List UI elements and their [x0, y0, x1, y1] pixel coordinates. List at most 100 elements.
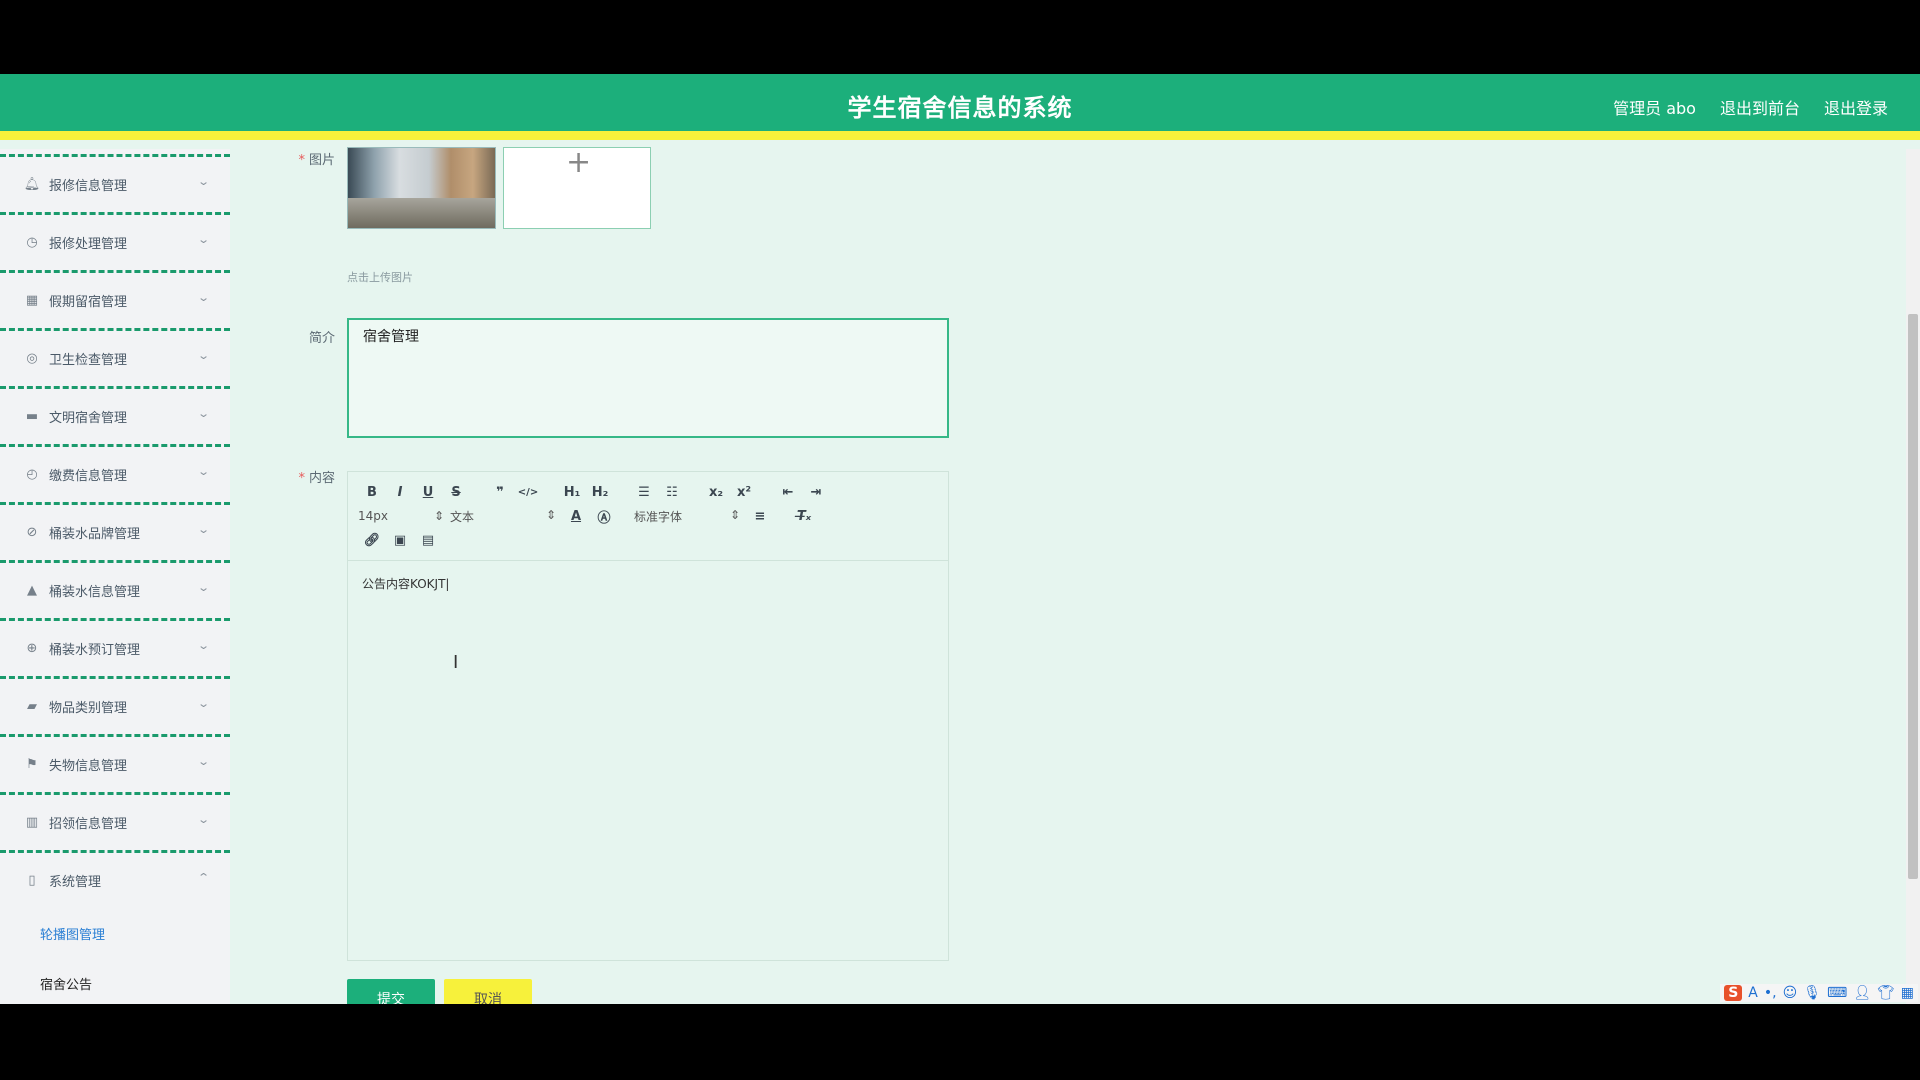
sidebar-item-holiday-stay[interactable]: ▦ 假期留宿管理 ⌄: [0, 270, 230, 328]
chevron-down-icon: ⌄: [196, 581, 210, 594]
bullet-list-icon[interactable]: ☷: [658, 485, 686, 500]
sidebar-item-found-items[interactable]: ▥ 招领信息管理 ⌄: [0, 792, 230, 850]
strike-icon[interactable]: S: [442, 485, 470, 500]
outdent-icon[interactable]: ⇤: [774, 485, 802, 500]
chevron-down-icon: ⌄: [196, 523, 210, 536]
flag-icon: ⚑: [26, 757, 38, 772]
sidebar-item-label: 文明宿舍管理: [49, 411, 128, 426]
rich-text-editor: B I U S ❞ </> H₁ H₂ ☰ ☷ x₂ x² ⇤ ⇥ 14px ⇕…: [347, 471, 949, 961]
chevron-down-icon: ⌄: [196, 465, 210, 478]
sidebar-item-repair-info[interactable]: 🔔︎ 报修信息管理 ⌄: [0, 154, 230, 212]
sidebar-item-payment[interactable]: ◴ 缴费信息管理 ⌄: [0, 444, 230, 502]
video-icon[interactable]: ▤: [414, 533, 442, 548]
upload-image-button[interactable]: +: [503, 145, 651, 229]
header-select[interactable]: 文本 ⇕: [450, 508, 562, 525]
blockquote-icon[interactable]: ❞: [486, 485, 514, 500]
crosshair-icon: ⊕: [26, 641, 38, 656]
chevron-down-icon: ⌄: [196, 813, 210, 826]
chevron-down-icon: ⌄: [196, 233, 210, 246]
compass-icon: ⊘: [26, 525, 38, 540]
submit-button[interactable]: 提交: [347, 979, 435, 1004]
mic-icon: 🎙︎: [1803, 985, 1821, 1001]
sidebar-item-lost-items[interactable]: ⚑ 失物信息管理 ⌄: [0, 734, 230, 792]
select-arrows-icon: ⇕: [729, 507, 740, 522]
main-content: * 图片 + 点击上传图片 简介 宿舍管理 * 内容 B I U S ❞ </> H…: [255, 145, 1880, 1004]
underline-icon[interactable]: U: [414, 485, 442, 500]
sidebar-item-water-info[interactable]: ▲ 桶装水信息管理 ⌄: [0, 560, 230, 618]
sidebar-item-item-category[interactable]: ▰ 物品类别管理 ⌄: [0, 676, 230, 734]
scrollbar-thumb[interactable]: [1908, 314, 1918, 879]
sidebar-item-water-order[interactable]: ⊕ 桶装水预订管理 ⌄: [0, 618, 230, 676]
chevron-down-icon: ⌄: [196, 697, 210, 710]
top-links: 管理员 abo 退出到前台 退出登录: [1613, 95, 1888, 119]
sidebar-item-label: 招领信息管理: [49, 817, 128, 832]
chevron-down-icon: ⌄: [196, 755, 210, 768]
shirt-icon: 👕︎: [1876, 985, 1895, 1001]
grid-icon: ▦: [1900, 985, 1914, 1001]
chevron-down-icon: ⌄: [196, 407, 210, 420]
sidebar-item-label: 物品类别管理: [49, 701, 128, 716]
superscript-icon[interactable]: x²: [730, 485, 758, 500]
sidebar-subitem-dorm-notice[interactable]: 宿舍公告: [0, 958, 230, 1004]
chevron-down-icon: ⌄: [196, 291, 210, 304]
editor-text: 公告内容KOKJT: [362, 577, 446, 591]
h2-icon[interactable]: H₂: [586, 485, 614, 500]
link-icon[interactable]: 🔗︎: [358, 533, 386, 548]
chevron-down-icon: ⌄: [196, 639, 210, 652]
font-family-select[interactable]: 标准字体 ⇕: [634, 508, 746, 525]
ime-toolbar[interactable]: S A •, ☺ 🎙︎ ⌨ 👤︎ 👕︎ ▦: [1720, 984, 1918, 1002]
sidebar-item-hygiene[interactable]: ◎ 卫生检查管理 ⌄: [0, 328, 230, 386]
text-cursor-icon: I: [453, 652, 459, 673]
sidebar-item-label: 报修信息管理: [49, 179, 128, 194]
subscript-icon[interactable]: x₂: [702, 485, 730, 500]
select-arrows-icon: ⇕: [433, 509, 444, 523]
chevron-down-icon: ⌄: [196, 175, 210, 188]
indent-icon[interactable]: ⇥: [802, 485, 830, 500]
user-name: 管理员 abo: [1613, 99, 1696, 118]
mic-icon: ▯: [28, 873, 36, 888]
ime-logo: S: [1724, 985, 1743, 1001]
keyboard-icon: ⌨: [1826, 985, 1848, 1001]
target-icon: ◎: [26, 351, 38, 366]
editor-content-area[interactable]: 公告内容KOKJT|: [348, 561, 948, 606]
ime-mode: A: [1748, 985, 1758, 1001]
chart-icon: ▥: [25, 815, 39, 830]
sidebar-item-system[interactable]: ▯ 系统管理 ⌃: [0, 850, 230, 908]
italic-icon[interactable]: I: [386, 485, 414, 500]
background-color-icon[interactable]: Ⓐ: [590, 507, 618, 526]
sidebar-item-label: 假期留宿管理: [49, 295, 128, 310]
image-label: * 图片: [298, 153, 335, 168]
ordered-list-icon[interactable]: ☰: [630, 485, 658, 500]
grid-icon: ▦: [25, 293, 39, 308]
sidebar-item-label: 桶装水品牌管理: [49, 527, 141, 542]
intro-label: 简介: [308, 331, 335, 346]
exit-to-front-link[interactable]: 退出到前台: [1720, 95, 1800, 119]
user-icon: 👤︎: [1853, 985, 1871, 1001]
browser-viewport: 学生宿舍信息的系统 管理员 abo 退出到前台 退出登录 🔔︎ 报修信息管理 ⌄…: [0, 74, 1920, 1004]
font-size-select[interactable]: 14px ⇕: [358, 509, 450, 523]
sidebar-item-water-brand[interactable]: ⊘ 桶装水品牌管理 ⌄: [0, 502, 230, 560]
clear-format-icon[interactable]: T̶ₓ: [790, 509, 818, 524]
bold-icon[interactable]: B: [358, 485, 386, 500]
font-color-icon[interactable]: A: [562, 509, 590, 524]
sidebar-subitem-carousel[interactable]: 轮播图管理: [0, 908, 230, 958]
emoji-icon: ☺: [1782, 985, 1798, 1001]
logout-link[interactable]: 退出登录: [1824, 95, 1888, 119]
chevron-down-icon: ⌄: [196, 349, 210, 362]
image-icon[interactable]: ▣: [386, 533, 414, 548]
sidebar-item-label: 缴费信息管理: [49, 469, 128, 484]
gauge-icon: ◷: [26, 235, 38, 250]
page-scrollbar[interactable]: [1906, 149, 1920, 1004]
intro-textarea[interactable]: 宿舍管理: [347, 318, 949, 438]
code-block-icon[interactable]: </>: [514, 487, 542, 498]
chevron-up-icon: ⌃: [196, 871, 210, 884]
sidebar-item-label: 报修处理管理: [49, 237, 128, 252]
align-icon[interactable]: ≡: [746, 509, 774, 524]
h1-icon[interactable]: H₁: [558, 485, 586, 500]
uploaded-image-thumbnail[interactable]: [347, 147, 496, 229]
ticket-icon: ▰: [27, 699, 37, 714]
sidebar-item-repair-handle[interactable]: ◷ 报修处理管理 ⌄: [0, 212, 230, 270]
clock-icon: ◴: [26, 467, 38, 482]
cancel-button[interactable]: 取消: [444, 979, 532, 1004]
sidebar-item-civilized-dorm[interactable]: ▬ 文明宿舍管理 ⌄: [0, 386, 230, 444]
